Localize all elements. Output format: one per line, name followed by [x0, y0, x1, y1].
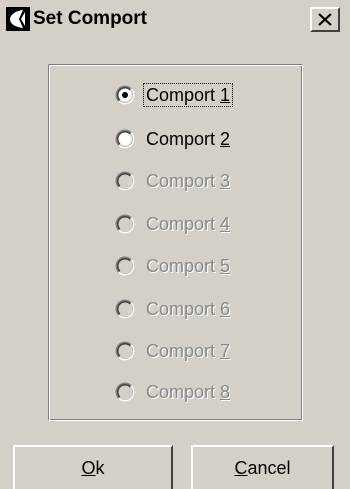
radio-button-disabled-icon[interactable]	[115, 299, 135, 319]
radio-button-disabled-icon[interactable]	[115, 256, 135, 276]
ok-button[interactable]: Ok	[13, 445, 173, 489]
app-logo-icon	[6, 7, 30, 31]
comport-group-box	[48, 64, 303, 421]
radio-label-comport-2: Comport 2	[146, 129, 231, 149]
cancel-button[interactable]: Cancel	[191, 445, 334, 489]
radio-label-comport-7: Comport 7	[146, 341, 231, 361]
close-icon	[318, 13, 332, 26]
radio-comport-8[interactable]: Comport 8	[115, 378, 232, 406]
title-bar[interactable]: Set Comport	[0, 0, 350, 38]
window-title: Set Comport	[33, 8, 147, 29]
radio-comport-5[interactable]: Comport 5	[115, 252, 232, 280]
radio-label-comport-1: Comport 1	[142, 83, 234, 107]
radio-comport-7[interactable]: Comport 7	[115, 337, 232, 365]
set-comport-dialog: Set Comport Comport 1 Comport 2 Comport …	[0, 0, 350, 489]
ok-button-label: Ok	[81, 457, 105, 478]
radio-comport-1[interactable]: Comport 1	[115, 81, 234, 109]
radio-button-icon[interactable]	[115, 129, 135, 149]
radio-button-checked-icon[interactable]	[115, 85, 135, 105]
radio-comport-2[interactable]: Comport 2	[115, 125, 232, 153]
cancel-button-label: Cancel	[234, 457, 291, 478]
radio-comport-3[interactable]: Comport 3	[115, 167, 232, 195]
radio-label-comport-5: Comport 5	[146, 256, 231, 276]
radio-button-disabled-icon[interactable]	[115, 214, 135, 234]
radio-comport-6[interactable]: Comport 6	[115, 295, 232, 323]
close-button[interactable]	[310, 7, 340, 32]
radio-label-comport-4: Comport 4	[146, 214, 231, 234]
radio-button-disabled-icon[interactable]	[115, 382, 135, 402]
radio-button-disabled-icon[interactable]	[115, 171, 135, 191]
radio-button-disabled-icon[interactable]	[115, 341, 135, 361]
radio-label-comport-6: Comport 6	[146, 299, 231, 319]
radio-label-comport-3: Comport 3	[146, 171, 231, 191]
radio-comport-4[interactable]: Comport 4	[115, 210, 232, 238]
radio-label-comport-8: Comport 8	[146, 382, 231, 402]
